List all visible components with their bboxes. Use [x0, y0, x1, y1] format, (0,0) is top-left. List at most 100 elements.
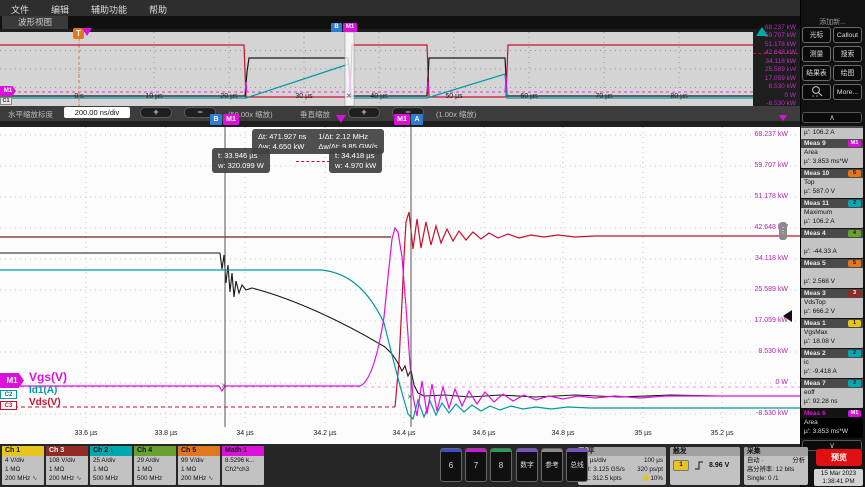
channel-name: Ch 3 [46, 446, 88, 456]
zone-trigger-icon-button[interactable] [802, 84, 831, 100]
meas-header: Meas 44 [801, 229, 863, 238]
overview-c1-handle[interactable]: C1 [0, 97, 12, 105]
bottom-button-7[interactable]: 7 [465, 448, 487, 482]
h-zoom-plus-button[interactable]: + [140, 107, 172, 118]
trace-vds-rise [395, 212, 800, 407]
main-x-label: 35 µs [621, 430, 665, 437]
sidebar-button-光标[interactable]: 光标 [802, 27, 831, 43]
inv-delta-t: 1/Δt: 2.12 MHz [318, 132, 377, 142]
label-vds: Vds(V) [29, 397, 61, 408]
overview-y-label: 8.530 kW [754, 83, 796, 90]
meas-badge-meas-7[interactable]: Meas 72eoffµ': 92.28 ns [801, 379, 863, 408]
channel-badge-math1[interactable]: Math 18.5296 k...Ch2*ch3 [222, 446, 264, 485]
trigger-level-arrow-icon[interactable] [783, 310, 792, 322]
meas-badge-meas-10[interactable]: Meas 105Topµ': 587.0 V [801, 169, 863, 198]
main-y-label: 17.059 kW [738, 317, 788, 324]
cursor-b-readout[interactable]: t: 33.946 µs w: 320.099 W [212, 148, 270, 173]
channel-badge-ch2[interactable]: Ch 2 ↓25 A/div1 MΩ500 MHz [90, 446, 132, 485]
menu-item-3[interactable]: 帮助 [138, 1, 178, 16]
meas-value: µ': 666.2 V [801, 307, 863, 316]
run-preview-button[interactable]: 预览 [816, 449, 862, 466]
m1-badge-left[interactable]: M1 [223, 114, 239, 125]
meas-value: µ': 2.568 V [801, 277, 863, 286]
meas-title: Meas 3 [804, 289, 826, 298]
meas-label: VgsMax [801, 328, 863, 337]
acquisition-badge[interactable]: 采集 自动 ·分析 高分辨率: 12 bits Single: 0 /1 [744, 447, 808, 485]
bottom-button-8[interactable]: 8 [490, 448, 512, 482]
h-resolution: 320 ps/pt [637, 465, 663, 474]
cursor-b-badge[interactable]: B [210, 114, 222, 125]
cursor-a-badge[interactable]: A [411, 114, 423, 125]
c2-trace-handle[interactable]: C2 [0, 390, 17, 399]
meas-badge-partial[interactable]: µ': 106.2 A [801, 126, 863, 140]
sidebar-button-测量[interactable]: 测量 [802, 46, 831, 62]
meas-value: µ': -9.418 A [801, 367, 863, 376]
meas-value: µ': 106.2 A [801, 217, 863, 226]
menu-item-0[interactable]: 文件 [0, 1, 40, 16]
meas-badge-meas-9[interactable]: Meas 9M1Areaµ': 3.853 ms*W [801, 139, 863, 168]
channel-line: Ch2*ch3 [222, 465, 264, 474]
meas-source-chip: 5 [848, 260, 861, 267]
channel-badge-ch3[interactable]: Ch 3108 V/div1 MΩ200 MHz ∿ [46, 446, 88, 485]
menu-item-1[interactable]: 编辑 [40, 1, 80, 16]
overview-x-label: 50 µs [434, 93, 474, 100]
channel-line: 200 MHz ∿ [178, 474, 220, 483]
sidebar-button-搜索[interactable]: 搜索 [833, 46, 862, 62]
c3-trace-handle[interactable]: C3 [0, 401, 17, 410]
bottom-button-数字[interactable]: 数字 [516, 448, 538, 482]
meas-badge-meas-1[interactable]: Meas 11VgsMaxµ': 18.08 V [801, 319, 863, 348]
meas-badge-meas-2[interactable]: Meas 22icµ': -9.418 A [801, 349, 863, 378]
channel-line: 1 MΩ [90, 465, 132, 474]
meas-title: Meas 1 [804, 319, 826, 328]
meas-badge-meas-3[interactable]: Meas 33VdsTopµ': 666.2 V [801, 289, 863, 318]
meas-source-chip: 5 [848, 170, 861, 177]
h-zoom-scale-input[interactable]: 200.00 ns/div [64, 107, 130, 118]
channel-badge-ch5[interactable]: Ch 599 V/div1 MΩ200 MHz ∿ [178, 446, 220, 485]
channel-badge-ch1[interactable]: Ch 14 V/div1 MΩ200 MHz ∿ [2, 446, 44, 485]
meas-label: Maximum [801, 208, 863, 217]
meas-badge-meas-6[interactable]: Meas 6M1Areaµ': 3.853 ms*W [801, 409, 863, 438]
main-y-label: 0 W [738, 379, 788, 386]
meas-badge-meas-4[interactable]: Meas 44 µ': -44.33 A [801, 229, 863, 258]
collapse-button[interactable]: ∧ [802, 112, 862, 123]
trigger-badge[interactable]: 触发 1 8.96 V [670, 447, 740, 485]
sidebar-button-more[interactable]: More... [833, 84, 862, 100]
axis-drag-handle[interactable]: ⋮ [779, 222, 787, 240]
tab-waveform-view[interactable]: 波形视图 [2, 16, 68, 29]
meas-source-chip: M1 [848, 140, 861, 147]
v-zoom-plus-button[interactable]: + [348, 107, 380, 118]
m1-badge-overview[interactable]: M1 [343, 23, 357, 32]
overview-y-label: 17.059 kW [754, 75, 796, 82]
expansion-marker-icon[interactable] [336, 115, 346, 123]
meas-badge-meas-5[interactable]: Meas 55µ': 2.568 V [801, 259, 863, 288]
cursor-b-badge-overview[interactable]: B [331, 23, 342, 32]
meas-header: Meas 2 2 [801, 349, 863, 358]
channel-badge-ch4[interactable]: Ch 429 A/div1 MΩ500 MHz [134, 446, 176, 485]
meas-title: Meas 11 [804, 199, 829, 208]
main-y-label: 68.237 kW [738, 131, 788, 138]
sidebar-button-绘图[interactable]: 绘图 [833, 65, 862, 81]
overview-x-label: 40 µs [359, 93, 399, 100]
bandwidth-limit-icon: ∿ [206, 475, 213, 482]
main-x-label: 34.2 µs [303, 430, 347, 437]
meas-value: µ': -44.33 A [801, 247, 863, 256]
overview-x-label: 70 µs [584, 93, 624, 100]
overview-x-label: 20 µs [209, 93, 249, 100]
main-y-label: 25.589 kW [738, 286, 788, 293]
trigger-position-icon [643, 475, 649, 481]
menu-item-2[interactable]: 辅助功能 [80, 1, 138, 16]
meas-source-chip: 2 [848, 350, 861, 357]
meas-label [801, 268, 863, 277]
horizontal-badge[interactable]: 水平 10 µs/div100 µs SR: 3.125 GS/s320 ps/… [578, 447, 666, 485]
m1-badge-right[interactable]: M1 [394, 114, 410, 125]
bottom-button-总线[interactable]: 总线 [566, 448, 588, 482]
meas-title: Meas 2 [804, 349, 826, 358]
meas-badge-meas-11[interactable]: Meas 112Maximumµ': 106.2 A [801, 199, 863, 228]
marker-triangle-icon[interactable] [82, 28, 92, 36]
cursor-a-readout[interactable]: t: 34.418 µs w: 4.970 kW [329, 148, 382, 173]
meas-title: Meas 4 [804, 229, 826, 238]
bottom-button-参考[interactable]: 参考 [541, 448, 563, 482]
sidebar-button-结果表[interactable]: 结果表 [802, 65, 831, 81]
bottom-button-6[interactable]: 6 [440, 448, 462, 482]
sidebar-button-callout[interactable]: Callout [833, 27, 862, 43]
